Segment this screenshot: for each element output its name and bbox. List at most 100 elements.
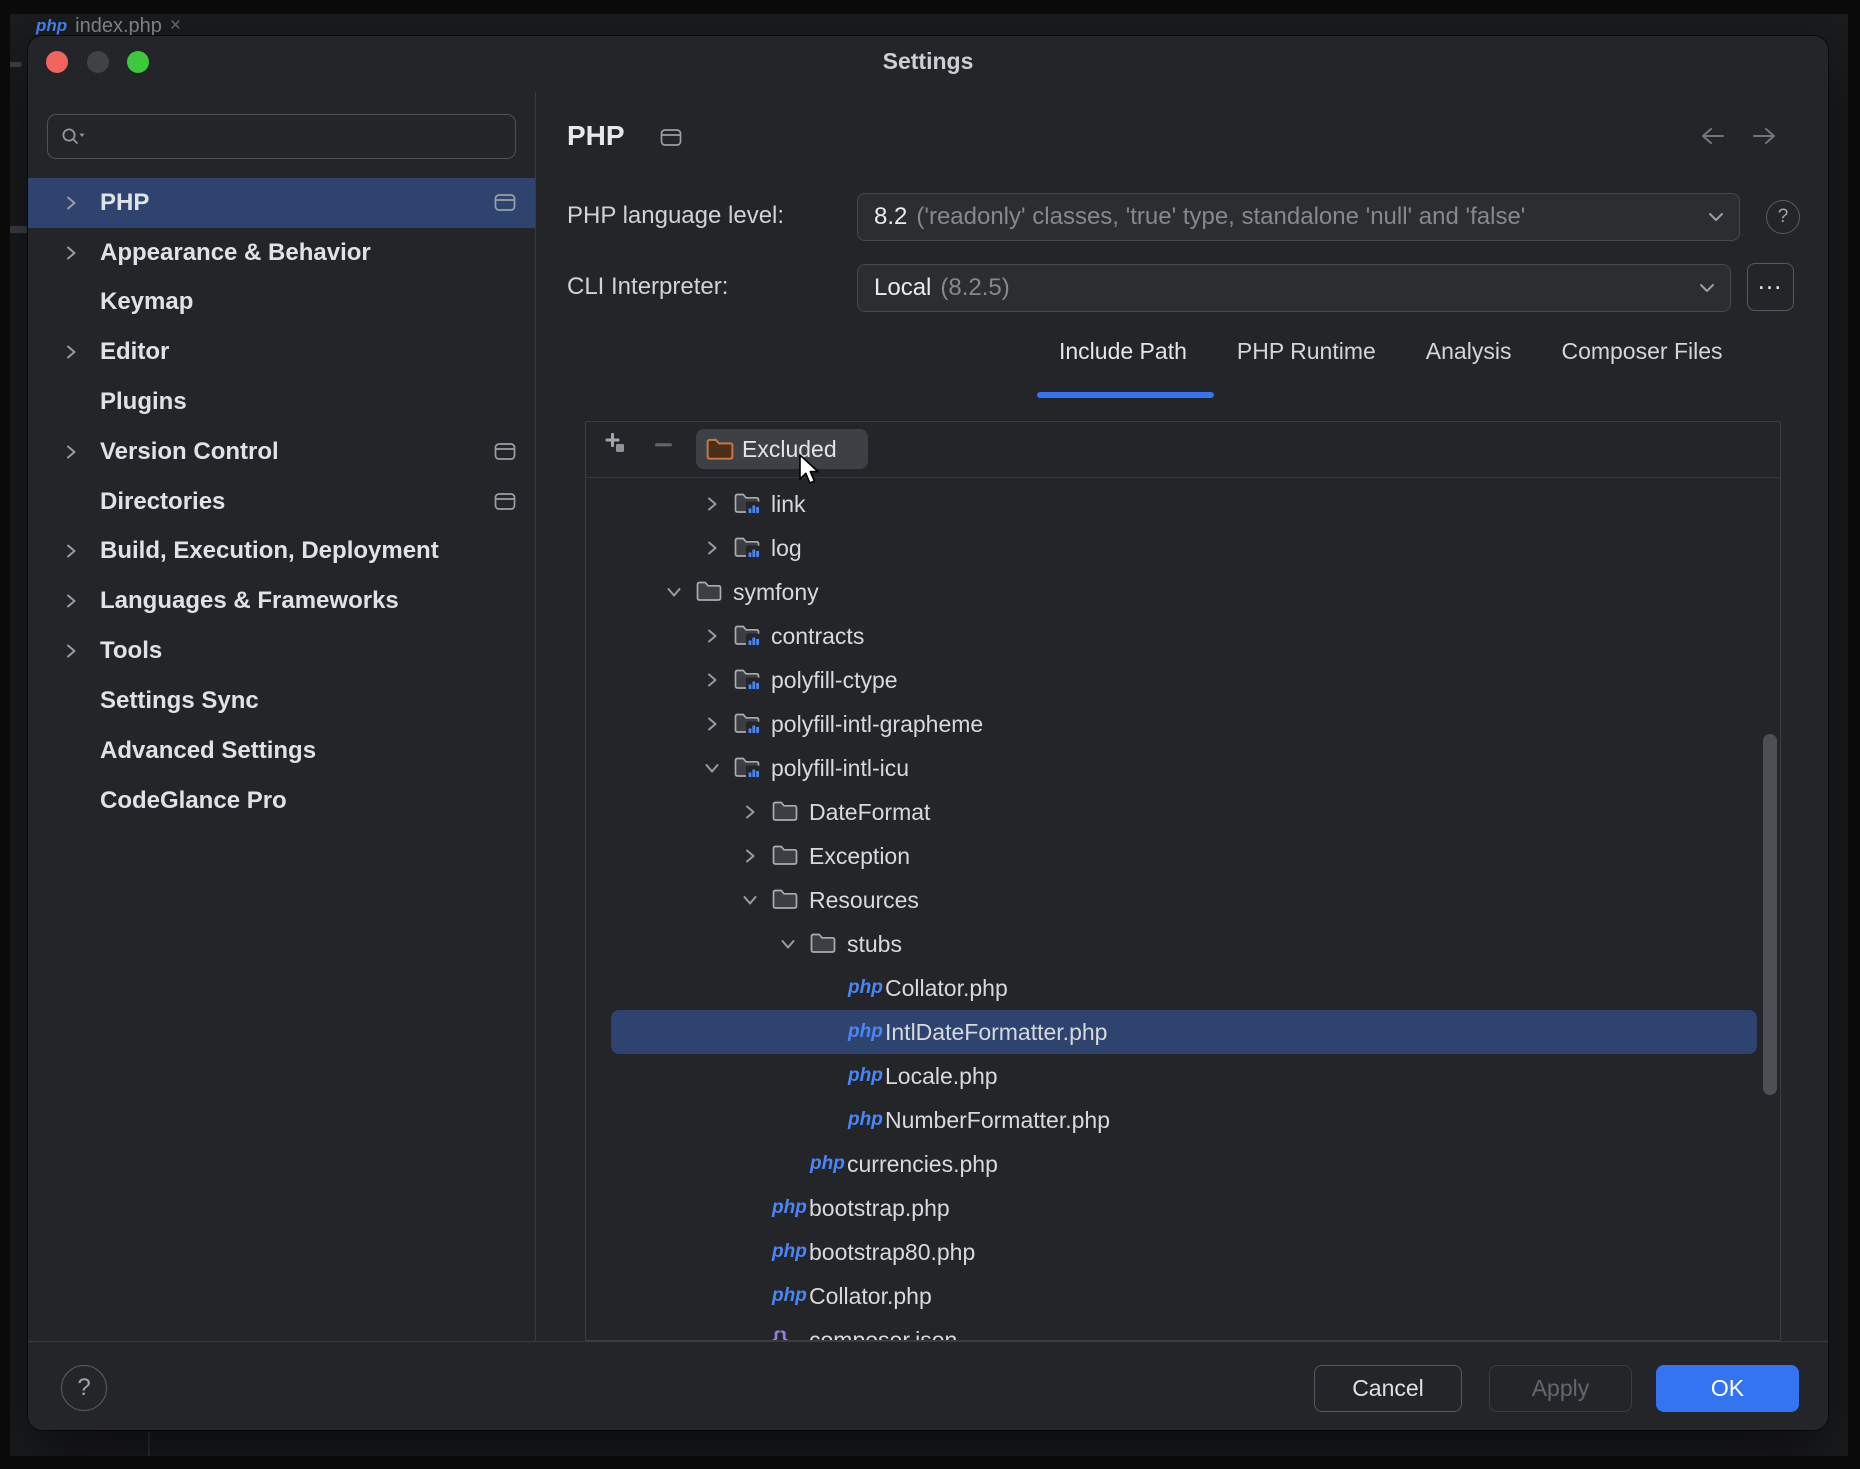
tree-row-resources[interactable]: Resources xyxy=(586,878,1780,922)
tree-row-exception[interactable]: Exception xyxy=(586,834,1780,878)
help-button[interactable]: ? xyxy=(61,1365,107,1411)
tree-row-intldateformatter-php[interactable]: phpIntlDateFormatter.php xyxy=(586,1010,1780,1054)
active-tab-underline xyxy=(1037,392,1214,398)
chevron-right-icon xyxy=(61,590,81,612)
tree-row-stubs[interactable]: stubs xyxy=(586,922,1780,966)
cli-interpreter-version: (8.2.5) xyxy=(940,274,1009,302)
sidebar-item-editor[interactable]: Editor xyxy=(28,327,535,377)
tree-row-symfony[interactable]: symfony xyxy=(586,570,1780,614)
chevron-right-icon xyxy=(61,640,81,662)
excluded-folder-icon xyxy=(706,437,734,461)
sidebar-item-label: Keymap xyxy=(100,277,193,327)
tree-scrollbar-thumb[interactable] xyxy=(1763,734,1777,1095)
chevron-right-icon xyxy=(740,801,760,823)
chevron-down-icon xyxy=(1696,277,1718,299)
sidebar-item-label: PHP xyxy=(100,178,149,228)
footer-separator xyxy=(28,1341,1828,1342)
sidebar-item-build-execution-deployment[interactable]: Build, Execution, Deployment xyxy=(28,526,535,576)
sidebar-item-plugins[interactable]: Plugins xyxy=(28,377,535,427)
remove-path-icon[interactable] xyxy=(654,441,676,449)
tree-row-currencies-php[interactable]: phpcurrencies.php xyxy=(586,1142,1780,1186)
tree-row-collator-php[interactable]: phpCollator.php xyxy=(586,966,1780,1010)
tree-row-label: stubs xyxy=(847,922,902,966)
tree-row-bootstrap-php[interactable]: phpbootstrap.php xyxy=(586,1186,1780,1230)
tree-row-bootstrap80-php[interactable]: phpbootstrap80.php xyxy=(586,1230,1780,1274)
tab-include-path[interactable]: Include Path xyxy=(1059,338,1187,365)
tree-row-dateformat[interactable]: DateFormat xyxy=(586,790,1780,834)
sidebar-item-advanced-settings[interactable]: Advanced Settings xyxy=(28,726,535,776)
tree-row-contracts[interactable]: contracts xyxy=(586,614,1780,658)
library-folder-icon xyxy=(734,668,761,691)
library-folder-icon xyxy=(734,492,761,515)
sidebar-item-php[interactable]: PHP xyxy=(28,178,535,228)
tree-row-label: Collator.php xyxy=(885,966,1008,1010)
sidebar-item-codeglance-pro[interactable]: CodeGlance Pro xyxy=(28,776,535,826)
screenshot-border xyxy=(1848,0,1860,1469)
cancel-button[interactable]: Cancel xyxy=(1314,1365,1462,1412)
chevron-down-icon xyxy=(664,581,684,603)
editor-tab-close-icon[interactable]: × xyxy=(170,15,181,37)
chevron-right-icon xyxy=(61,441,81,463)
language-level-select[interactable]: 8.2 ('readonly' classes, 'true' type, st… xyxy=(857,193,1740,241)
tree-row-label: contracts xyxy=(771,614,864,658)
chevron-right-icon xyxy=(740,845,760,867)
php-file-icon: php xyxy=(848,1054,883,1098)
tab-composer-files[interactable]: Composer Files xyxy=(1561,338,1722,365)
sidebar-item-version-control[interactable]: Version Control xyxy=(28,427,535,477)
forward-arrow-icon[interactable] xyxy=(1749,124,1779,148)
language-level-value: 8.2 xyxy=(874,203,907,231)
cli-interpreter-select[interactable]: Local (8.2.5) xyxy=(857,264,1731,312)
screen: php index.php × Settings PHPAppearance &… xyxy=(0,0,1860,1469)
back-arrow-icon[interactable] xyxy=(1698,124,1728,148)
sidebar-item-appearance-behavior[interactable]: Appearance & Behavior xyxy=(28,228,535,278)
chevron-right-icon xyxy=(61,242,81,264)
background-divider xyxy=(148,1432,150,1458)
tree-row-polyfill-intl-grapheme[interactable]: polyfill-intl-grapheme xyxy=(586,702,1780,746)
php-file-icon: php xyxy=(772,1274,807,1318)
tree-row-collator-php[interactable]: phpCollator.php xyxy=(586,1274,1780,1318)
tree-row-label: IntlDateFormatter.php xyxy=(885,1010,1107,1054)
sidebar-item-label: Plugins xyxy=(100,377,187,427)
php-file-icon: php xyxy=(848,1010,883,1054)
tab-php-runtime[interactable]: PHP Runtime xyxy=(1237,338,1376,365)
tab-analysis[interactable]: Analysis xyxy=(1426,338,1512,365)
tree-row-polyfill-ctype[interactable]: polyfill-ctype xyxy=(586,658,1780,702)
tree-row-numberformatter-php[interactable]: phpNumberFormatter.php xyxy=(586,1098,1780,1142)
tree-row-link[interactable]: link xyxy=(586,482,1780,526)
tree-row-polyfill-intl-icu[interactable]: polyfill-intl-icu xyxy=(586,746,1780,790)
apply-button[interactable]: Apply xyxy=(1489,1365,1632,1412)
chevron-right-icon xyxy=(61,540,81,562)
tree-row-locale-php[interactable]: phpLocale.php xyxy=(586,1054,1780,1098)
settings-search-input[interactable] xyxy=(47,114,516,159)
tree-row-label: polyfill-ctype xyxy=(771,658,898,702)
tree-row-label: NumberFormatter.php xyxy=(885,1098,1110,1142)
sidebar-item-directories[interactable]: Directories xyxy=(28,477,535,527)
sidebar-item-label: Editor xyxy=(100,327,169,377)
screenshot-border xyxy=(0,1456,1860,1469)
sidebar-item-settings-sync[interactable]: Settings Sync xyxy=(28,676,535,726)
tree-row-label: symfony xyxy=(733,570,819,614)
folder-icon xyxy=(810,932,836,954)
cli-interpreter-more-button[interactable]: … xyxy=(1747,263,1794,311)
include-path-tree-panel: Excluded linklogsymfonycontractspolyfill… xyxy=(585,421,1781,1341)
sidebar-item-tools[interactable]: Tools xyxy=(28,626,535,676)
tree-row-log[interactable]: log xyxy=(586,526,1780,570)
language-level-help-icon[interactable]: ? xyxy=(1766,200,1800,234)
sidebar-item-keymap[interactable]: Keymap xyxy=(28,277,535,327)
chevron-down-icon xyxy=(778,933,798,955)
tree-row-label: link xyxy=(771,482,806,526)
folder-icon xyxy=(772,888,798,910)
language-level-description: ('readonly' classes, 'true' type, standa… xyxy=(916,203,1525,231)
php-file-icon: php xyxy=(810,1142,845,1186)
chevron-right-icon xyxy=(61,341,81,363)
tree-row-label: Exception xyxy=(809,834,910,878)
sidebar-item-languages-frameworks[interactable]: Languages & Frameworks xyxy=(28,576,535,626)
tree-row-label: polyfill-intl-icu xyxy=(771,746,909,790)
folder-icon xyxy=(696,580,722,602)
tree-row-composer-json[interactable]: {}composer.json xyxy=(586,1318,1780,1341)
chevron-right-icon xyxy=(61,192,81,214)
ok-button[interactable]: OK xyxy=(1656,1365,1799,1412)
excluded-button[interactable]: Excluded xyxy=(696,429,868,469)
add-path-icon[interactable] xyxy=(603,432,627,456)
chevron-down-icon xyxy=(702,757,722,779)
